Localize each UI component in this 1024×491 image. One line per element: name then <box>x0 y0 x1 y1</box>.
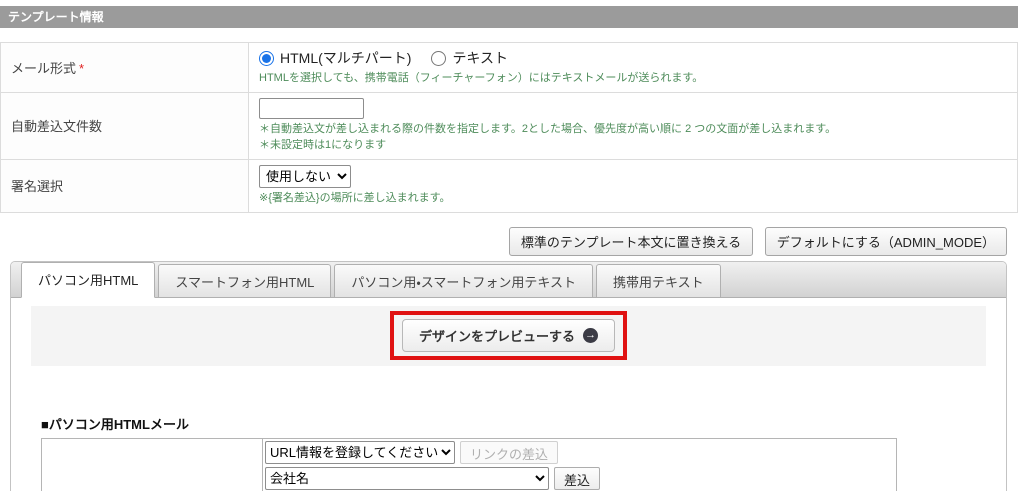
table-row: メール形式 * HTML(マルチパート) テキスト HTMLを選択しても、携帯電話… <box>0 42 1018 93</box>
merge-field-select[interactable]: 会社名 <box>265 466 549 490</box>
signature-note: ※{署名差込}の場所に差し込まれます。 <box>259 191 451 204</box>
auto-insert-count-input[interactable] <box>259 97 364 119</box>
tab-strip: パソコン用HTML スマートフォン用HTML パソコン用・スマートフォン用テキス… <box>11 261 1006 298</box>
required-asterisk: * <box>79 60 85 76</box>
mail-format-note: HTMLを選択しても、携帯電話（フィーチャーフォン）にはテキストメールが送られま… <box>259 72 704 84</box>
tab-panel-pc-html: デザインをプレビューする → ■パソコン用HTMLメール URL情報を登録してく… <box>11 298 1006 491</box>
template-actions: 標準のテンプレート本文に置き換える デフォルトにする（ADMIN_MODE） <box>0 226 1007 256</box>
highlight-annotation-box: デザインをプレビューする → <box>389 311 627 361</box>
template-settings-table: メール形式 * HTML(マルチパート) テキスト HTMLを選択しても、携帯電話… <box>0 42 1018 213</box>
pc-html-mail-section-title: ■パソコン用HTMLメール <box>41 416 189 432</box>
table-row: 自動差込文件数 ＊自動差込文が差し込まれる際の件数を指定します。2とした場合、優… <box>0 91 1018 160</box>
preview-design-button[interactable]: デザインをプレビューする → <box>401 319 615 353</box>
tab-pc-html[interactable]: パソコン用HTML <box>21 261 156 298</box>
url-info-select[interactable]: URL情報を登録してください <box>265 440 455 464</box>
link-insert-button[interactable]: リンクの差込 <box>460 440 559 464</box>
signature-select[interactable]: 使用しない <box>259 164 351 188</box>
tab-mobile-text[interactable]: 携帯用テキスト <box>596 263 721 297</box>
preview-strip: デザインをプレビューする → <box>31 305 986 366</box>
mail-format-html-radio-label: HTML(マルチパート) <box>280 50 412 66</box>
table-row: 署名選択 使用しない ※{署名差込}の場所に差し込まれます。 <box>0 158 1018 213</box>
tab-smartphone-html[interactable]: スマートフォン用HTML <box>158 263 332 297</box>
preview-design-button-label: デザインをプレビューする <box>418 329 575 345</box>
auto-insert-count-label: 自動差込文件数 <box>0 91 249 160</box>
auto-insert-count-note-2: ＊未設定時は1になります <box>259 138 387 151</box>
mail-format-text-radio-label: テキスト <box>452 50 509 66</box>
template-body-panel: パソコン用HTML スマートフォン用HTML パソコン用・スマートフォン用テキス… <box>10 260 1007 491</box>
mail-format-label: メール形式 <box>11 60 77 76</box>
page-title: テンプレート情報 <box>0 6 1018 28</box>
editor-label-cell <box>41 437 263 491</box>
mail-format-html-radio[interactable] <box>259 50 274 66</box>
arrow-right-icon: → <box>583 328 598 344</box>
insert-button[interactable]: 差込 <box>554 466 601 490</box>
replace-with-standard-template-button[interactable]: 標準のテンプレート本文に置き換える <box>508 226 754 256</box>
set-default-admin-mode-button[interactable]: デフォルトにする（ADMIN_MODE） <box>764 226 1007 256</box>
pc-html-mail-editor-table: URL情報を登録してください リンクの差込 会社名 差込 <box>41 437 897 491</box>
tab-pc-smartphone-text[interactable]: パソコン用・スマートフォン用テキスト <box>334 263 594 297</box>
signature-select-label: 署名選択 <box>0 158 249 213</box>
auto-insert-count-note-1: ＊自動差込文が差し込まれる際の件数を指定します。2とした場合、優先度が高い順に … <box>259 122 837 135</box>
mail-format-text-radio[interactable] <box>431 50 447 66</box>
mail-format-label-cell: メール形式 * <box>0 42 249 93</box>
